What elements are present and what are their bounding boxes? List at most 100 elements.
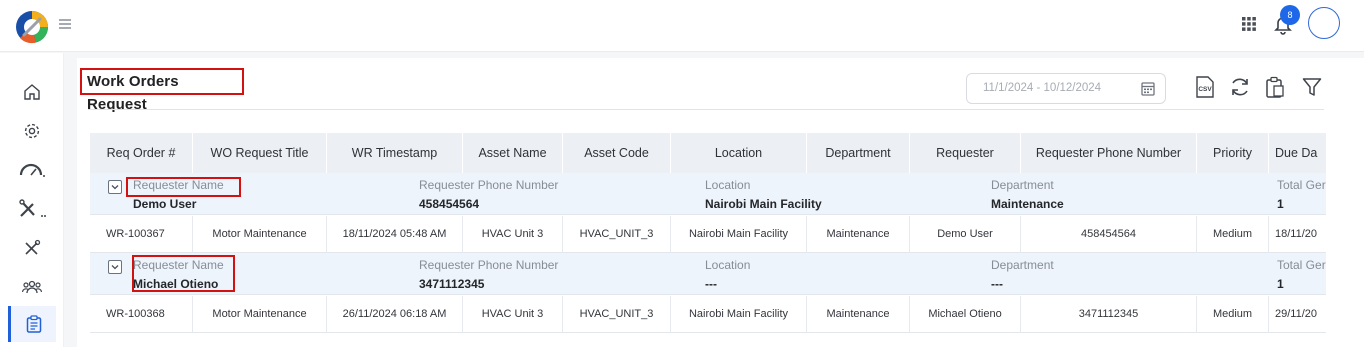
column-header[interactable]: Priority bbox=[1197, 133, 1269, 173]
notification-count-badge[interactable]: 8 bbox=[1280, 5, 1300, 25]
column-header[interactable]: WR Timestamp bbox=[327, 133, 463, 173]
collapse-toggle-icon[interactable] bbox=[108, 260, 122, 274]
group-field-value: 1 bbox=[1277, 277, 1284, 291]
table-cell: Medium bbox=[1197, 216, 1269, 253]
filter-button[interactable] bbox=[1302, 76, 1324, 98]
table-row[interactable]: WR-100368 Motor Maintenance 26/11/2024 0… bbox=[90, 296, 1326, 333]
highlight-box bbox=[126, 177, 241, 197]
top-bar: 8 bbox=[0, 0, 1364, 52]
title-divider bbox=[88, 109, 1324, 110]
table-cell: Maintenance bbox=[807, 296, 910, 333]
group-field-value: Maintenance bbox=[991, 197, 1064, 211]
sidebar-item-team[interactable] bbox=[8, 270, 56, 304]
refresh-icon bbox=[1232, 78, 1248, 96]
table-cell: Motor Maintenance bbox=[193, 216, 327, 253]
sidebar-item-settings[interactable] bbox=[8, 114, 56, 148]
calendar-icon[interactable] bbox=[1141, 81, 1155, 96]
clipboard-icon bbox=[26, 315, 41, 333]
group-header-row[interactable]: Requester Name Michael Otieno Requester … bbox=[90, 253, 1326, 295]
table-cell: Demo User bbox=[910, 216, 1021, 253]
table-cell: 29/11/20 bbox=[1275, 308, 1318, 320]
sidebar-item-home[interactable] bbox=[8, 75, 56, 109]
refresh-button[interactable] bbox=[1229, 76, 1251, 98]
gauge-icon bbox=[19, 163, 45, 177]
column-header[interactable]: WO Request Title bbox=[193, 133, 327, 173]
table-cell: Maintenance bbox=[807, 216, 910, 253]
sidebar-item-repairs[interactable] bbox=[8, 231, 56, 265]
column-header[interactable]: Due Da bbox=[1269, 133, 1326, 173]
csv-label: CSV bbox=[1198, 86, 1212, 93]
group-field-label: Department bbox=[991, 178, 1054, 192]
csv-export-button[interactable]: CSV bbox=[1195, 76, 1217, 98]
group-field-department: Department Maintenance bbox=[991, 178, 1064, 213]
column-header[interactable]: Asset Code bbox=[563, 133, 671, 173]
group-field-total: Total Ger 1 bbox=[1277, 258, 1326, 293]
group-header-row[interactable]: Requester Name Demo User Requester Phone… bbox=[90, 173, 1326, 215]
group-field-label: Department bbox=[991, 258, 1054, 272]
group-field-location: Location --- bbox=[705, 258, 750, 293]
group-field-phone: Requester Phone Number 458454564 bbox=[419, 178, 558, 213]
group-field-department: Department --- bbox=[991, 258, 1054, 293]
highlight-box bbox=[132, 255, 235, 292]
menu-toggle-icon[interactable] bbox=[59, 19, 71, 29]
group-field-label: Requester Phone Number bbox=[419, 258, 559, 272]
user-avatar[interactable] bbox=[1308, 7, 1340, 39]
group-field-value: 3471112345 bbox=[419, 277, 485, 291]
column-header[interactable]: Location bbox=[671, 133, 807, 173]
group-field-value: 1 bbox=[1277, 197, 1284, 211]
table-cell: 18/11/2024 05:48 AM bbox=[327, 216, 463, 253]
clipboard-icon bbox=[1266, 76, 1284, 98]
table-cell: Nairobi Main Facility bbox=[671, 216, 807, 253]
group-field-value: --- bbox=[991, 277, 1003, 291]
table-cell: HVAC Unit 3 bbox=[463, 296, 563, 333]
filter-icon bbox=[1302, 78, 1322, 96]
tools-icon bbox=[19, 199, 46, 217]
group-field-phone: Requester Phone Number 3471112345 bbox=[419, 258, 558, 293]
table-cell: HVAC_UNIT_3 bbox=[563, 216, 671, 253]
column-header[interactable]: Asset Name bbox=[463, 133, 563, 173]
sidebar-item-maintenance[interactable] bbox=[8, 192, 56, 226]
column-header[interactable]: Department bbox=[807, 133, 910, 173]
group-field-value: Demo User bbox=[133, 197, 197, 211]
group-field-location: Location Nairobi Main Facility bbox=[705, 178, 822, 213]
column-header[interactable]: Req Order # bbox=[90, 133, 193, 173]
column-header[interactable]: Requester Phone Number bbox=[1021, 133, 1197, 173]
table-cell: Michael Otieno bbox=[910, 296, 1021, 333]
group-field-value: 458454564 bbox=[419, 197, 480, 211]
group-field-label: Total Ger bbox=[1277, 178, 1326, 192]
group-field-value: --- bbox=[705, 277, 717, 291]
table-cell: 26/11/2024 06:18 AM bbox=[327, 296, 463, 333]
table-row[interactable]: WR-100367 Motor Maintenance 18/11/2024 0… bbox=[90, 216, 1326, 253]
team-icon bbox=[22, 280, 42, 294]
sidebar-item-work-orders[interactable] bbox=[8, 306, 56, 342]
group-field-value: Nairobi Main Facility bbox=[705, 197, 822, 211]
table-cell: Motor Maintenance bbox=[193, 296, 327, 333]
group-field-label: Requester Phone Number bbox=[419, 178, 559, 192]
apps-grid-icon[interactable] bbox=[1242, 17, 1256, 31]
table-cell: 3471112345 bbox=[1021, 296, 1197, 333]
collapse-toggle-icon[interactable] bbox=[108, 180, 122, 194]
settings-icon bbox=[24, 123, 40, 139]
table-cell: WR-100368 bbox=[90, 296, 193, 333]
date-range-placeholder: 11/1/2024 - 10/12/2024 bbox=[983, 82, 1102, 94]
csv-export-icon: CSV bbox=[1196, 76, 1214, 98]
group-field-total: Total Ger 1 bbox=[1277, 178, 1326, 213]
column-header[interactable]: Requester bbox=[910, 133, 1021, 173]
group-field-label: Location bbox=[705, 258, 751, 272]
table-cell: Nairobi Main Facility bbox=[671, 296, 807, 333]
table-cell: HVAC_UNIT_3 bbox=[563, 296, 671, 333]
group-field-label: Total Ger bbox=[1277, 258, 1326, 272]
table-cell: HVAC Unit 3 bbox=[463, 216, 563, 253]
sidebar bbox=[0, 53, 64, 347]
table-cell: WR-100367 bbox=[90, 216, 193, 253]
date-range-picker[interactable]: 11/1/2024 - 10/12/2024 bbox=[966, 73, 1166, 104]
page-title: Work Orders Request bbox=[80, 68, 244, 113]
table-cell: Medium bbox=[1197, 296, 1269, 333]
table-cell: 458454564 bbox=[1021, 216, 1197, 253]
table-header: Req Order # WO Request Title WR Timestam… bbox=[90, 133, 1326, 173]
table-cell: 18/11/20 bbox=[1275, 228, 1318, 240]
home-icon bbox=[24, 84, 40, 100]
sidebar-item-dashboard[interactable] bbox=[8, 153, 56, 187]
app-logo[interactable] bbox=[14, 9, 50, 45]
copy-button[interactable] bbox=[1265, 76, 1287, 98]
